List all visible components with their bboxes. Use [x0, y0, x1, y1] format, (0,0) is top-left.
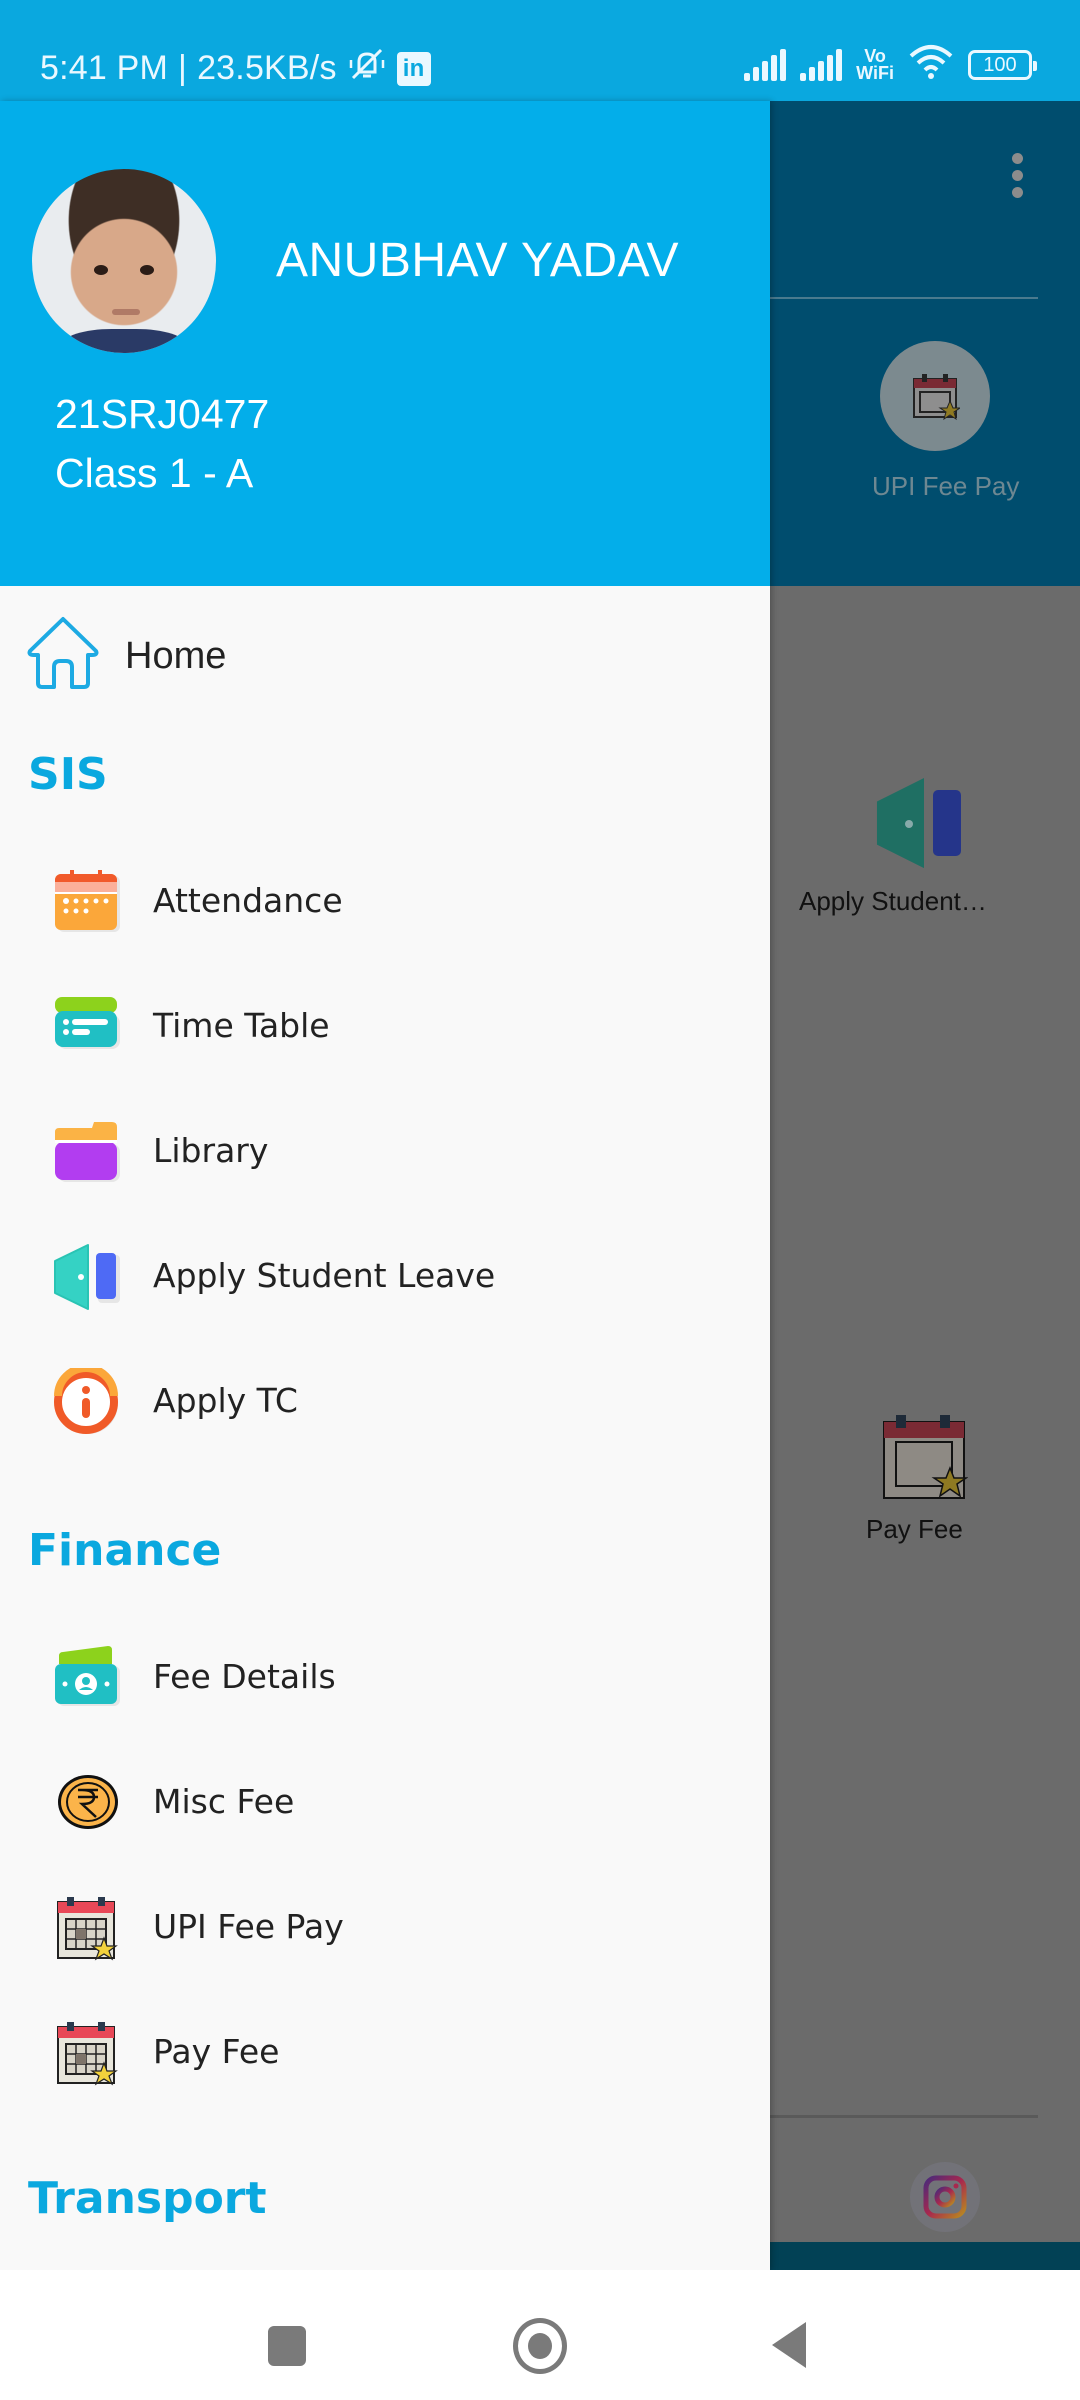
navigation-drawer: ANUBHAV YADAV 21SRJ0477 Class 1 - A Home…: [0, 101, 770, 2270]
status-bar: 5:41 PM | 23.5KB/s in Vo WiFi 100: [0, 0, 1080, 101]
calendar-star-icon: [880, 341, 990, 451]
recents-button[interactable]: [268, 2326, 306, 2366]
nav-item-apply-tc[interactable]: Apply TC: [0, 1346, 770, 1456]
bottom-band: [770, 2242, 1080, 2270]
student-id: 21SRJ0477: [55, 391, 270, 437]
linkedin-icon: in: [396, 51, 431, 86]
vowifi-top: Vo: [864, 45, 886, 66]
vowifi-bottom: WiFi: [856, 62, 894, 83]
signal-icon: [744, 48, 787, 81]
timetable-icon: [54, 993, 122, 1061]
nav-item-attendance[interactable]: Attendance: [0, 846, 770, 956]
calendar-star-icon: [54, 2019, 122, 2087]
silent-bell-icon: [347, 46, 387, 91]
battery-icon: 100: [968, 49, 1037, 80]
nav-label: Library: [153, 1131, 269, 1170]
clock: 5:41 PM: [40, 49, 169, 87]
nav-item-upi-fee-pay[interactable]: UPI Fee Pay: [0, 1872, 770, 1982]
section-title-finance: Finance: [28, 1525, 222, 1576]
nav-label: Pay Fee: [153, 2032, 280, 2071]
home-button[interactable]: [513, 2318, 567, 2374]
more-options-icon: [1012, 153, 1026, 204]
background-app-bar: UPI Fee Pay: [770, 101, 1080, 586]
tile-label-pay-fee: Pay Fee: [866, 1514, 963, 1544]
vowifi-icon: Vo WiFi: [856, 45, 894, 83]
nav-label: Attendance: [153, 881, 343, 920]
nav-item-time-table[interactable]: Time Table: [0, 971, 770, 1081]
drawer-header: ANUBHAV YADAV 21SRJ0477 Class 1 - A: [0, 101, 770, 586]
folder-icon: [54, 1118, 122, 1186]
nav-label: Fee Details: [153, 1657, 336, 1696]
divider: [770, 297, 1038, 299]
nav-label: Apply TC: [153, 1381, 298, 1420]
back-button[interactable]: [772, 2322, 806, 2368]
divider: [770, 2115, 1038, 2118]
instagram-icon: [910, 2162, 980, 2232]
rupee-coin-icon: [54, 1769, 122, 1837]
door-icon: [875, 776, 971, 877]
tile-label-apply-student-leave: Apply Student…: [799, 886, 987, 916]
nav-item-apply-student-leave[interactable]: Apply Student Leave: [0, 1221, 770, 1331]
section-title-sis: SIS: [28, 749, 108, 800]
info-icon: [54, 1364, 122, 1436]
signal-icon: [800, 48, 843, 81]
avatar[interactable]: [32, 169, 216, 353]
section-title-transport: Transport: [28, 2173, 267, 2224]
nav-item-pay-fee[interactable]: Pay Fee: [0, 1997, 770, 2107]
nav-item-home[interactable]: Home: [0, 601, 770, 711]
nav-item-fee-details[interactable]: Fee Details: [0, 1622, 770, 1732]
nav-label: Time Table: [153, 1006, 330, 1045]
student-class: Class 1 - A: [55, 450, 254, 496]
network-speed: 23.5KB/s: [197, 49, 337, 87]
background-app-scrim[interactable]: UPI Fee Pay Apply Student… Pay Fee: [770, 101, 1080, 2270]
nav-label: Misc Fee: [153, 1782, 295, 1821]
separator: |: [178, 49, 188, 87]
calendar-star-icon: [54, 1894, 122, 1962]
calendar-icon: [54, 868, 122, 936]
nav-label: Home: [125, 635, 227, 677]
nav-item-library[interactable]: Library: [0, 1096, 770, 1206]
system-navigation-bar: [0, 2270, 1080, 2400]
nav-label: Apply Student Leave: [153, 1256, 496, 1295]
home-icon: [26, 615, 100, 696]
money-icon: [54, 1644, 122, 1712]
wifi-icon: [908, 44, 954, 85]
door-icon: [54, 1243, 122, 1311]
tile-label-upi-fee-pay: UPI Fee Pay: [872, 471, 1020, 501]
nav-label: UPI Fee Pay: [153, 1907, 344, 1946]
nav-item-misc-fee[interactable]: Misc Fee: [0, 1747, 770, 1857]
student-name: ANUBHAV YADAV: [276, 234, 680, 287]
calendar-star-icon: [882, 1414, 969, 1505]
